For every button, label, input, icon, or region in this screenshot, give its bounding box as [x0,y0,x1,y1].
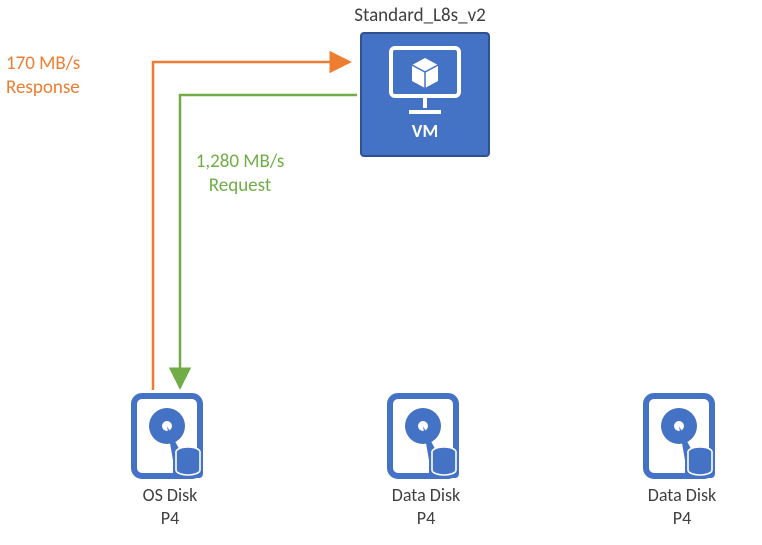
data-disk-1-name: Data Disk [392,484,460,506]
request-word: Request [209,174,271,197]
vm-title-label: Standard_L8s_v2 [300,4,540,28]
os-disk-icon [130,392,204,480]
response-value: 170 MB/s [6,52,80,75]
request-arrow [180,95,357,388]
request-label: 1,280 MB/s Request [170,150,310,198]
data-disk-1-tier: P4 [417,507,435,529]
vm-caption: VM [412,120,438,142]
response-label: 170 MB/s Response [6,52,116,100]
request-value: 1,280 MB/s [196,150,285,173]
data-disk-2-label: Data Disk P4 [612,484,752,529]
os-disk-label: OS Disk P4 [100,484,240,529]
response-word: Response [6,76,80,99]
response-arrow [153,62,350,390]
data-disk-2-icon [642,392,716,480]
os-disk-name: OS Disk [143,484,198,506]
data-disk-2-tier: P4 [673,507,691,529]
vm-box: VM [360,32,490,157]
os-disk-tier: P4 [161,507,179,529]
data-disk-1-label: Data Disk P4 [356,484,496,529]
data-disk-1-icon [386,392,460,480]
vm-icon [385,44,465,120]
data-disk-2-name: Data Disk [648,484,716,506]
diagram-canvas: Standard_L8s_v2 VM 170 MB/s Response 1,2… [0,0,762,545]
